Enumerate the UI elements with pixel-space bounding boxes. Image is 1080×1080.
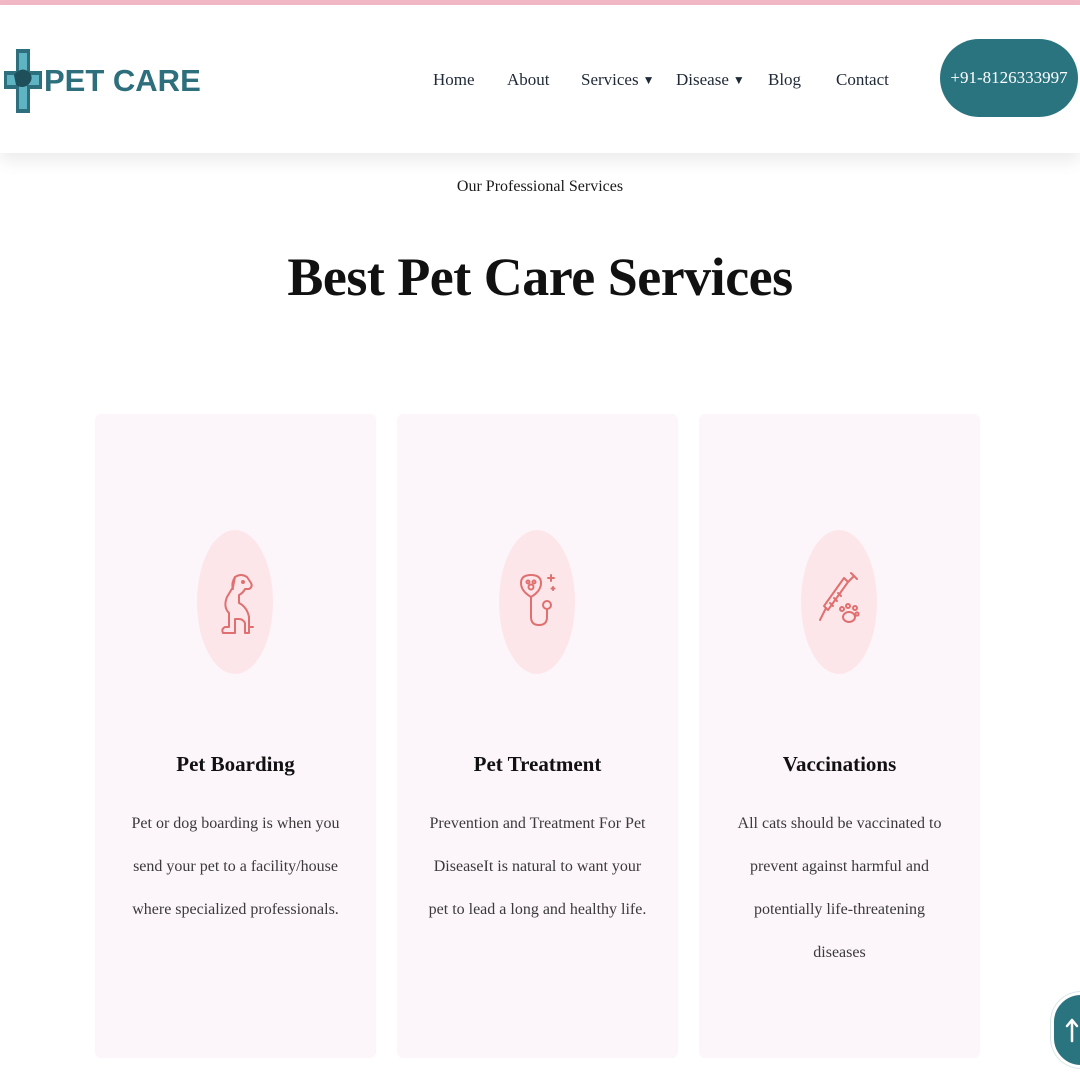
service-description: All cats should be vaccinated to prevent… bbox=[737, 815, 942, 961]
service-title: Pet Boarding bbox=[176, 752, 295, 776]
nav-item-services[interactable]: Services ▼ bbox=[581, 67, 654, 93]
syringe-paw-icon bbox=[819, 572, 860, 623]
nav-item-about[interactable]: About bbox=[507, 67, 550, 93]
nav-label: About bbox=[507, 70, 550, 89]
nav-label: Home bbox=[433, 70, 475, 89]
nav-item-home[interactable]: Home bbox=[433, 67, 475, 93]
service-description: Pet or dog boarding is when you send you… bbox=[131, 815, 340, 918]
nav-label: Services bbox=[581, 70, 639, 89]
service-card-pet-boarding[interactable]: Pet Boarding Pet or dog boarding is when… bbox=[95, 414, 376, 1058]
service-card-vaccinations[interactable]: Vaccinations All cats should be vaccinat… bbox=[699, 414, 980, 1058]
icon-badge bbox=[197, 530, 273, 674]
main-nav: Home About Services ▼ Disease ▼ Blog Conta… bbox=[0, 5, 900, 153]
site-header: PET CARE Home About Services ▼ Disease ▼ B… bbox=[0, 5, 1080, 153]
service-card-pet-treatment[interactable]: Pet Treatment Prevention and Treatment F… bbox=[397, 414, 678, 1058]
nav-label: Disease bbox=[676, 70, 729, 89]
scroll-to-top-button[interactable] bbox=[1051, 992, 1080, 1068]
caret-down-icon: ▼ bbox=[732, 73, 745, 87]
nav-item-blog[interactable]: Blog bbox=[768, 67, 801, 93]
service-description: Prevention and Treatment For Pet Disease… bbox=[428, 815, 647, 918]
phone-button[interactable]: +91-8126333997 bbox=[940, 39, 1078, 117]
dog-icon bbox=[221, 574, 254, 634]
section-title: Best Pet Care Services bbox=[287, 247, 793, 307]
service-title: Pet Treatment bbox=[473, 752, 602, 776]
nav-label: Blog bbox=[768, 70, 802, 89]
stethoscope-paw-icon bbox=[520, 574, 556, 626]
icon-badge bbox=[801, 530, 877, 674]
service-title: Vaccinations bbox=[782, 752, 897, 776]
icon-badge bbox=[499, 530, 575, 674]
nav-item-disease[interactable]: Disease ▼ bbox=[676, 67, 745, 93]
phone-number: +91-8126333997 bbox=[950, 68, 1068, 87]
caret-down-icon: ▼ bbox=[642, 73, 655, 87]
section-subtitle: Our Professional Services bbox=[456, 178, 624, 195]
nav-item-contact[interactable]: Contact bbox=[836, 67, 889, 93]
arrow-up-icon bbox=[1065, 1018, 1079, 1043]
nav-label: Contact bbox=[836, 70, 889, 89]
